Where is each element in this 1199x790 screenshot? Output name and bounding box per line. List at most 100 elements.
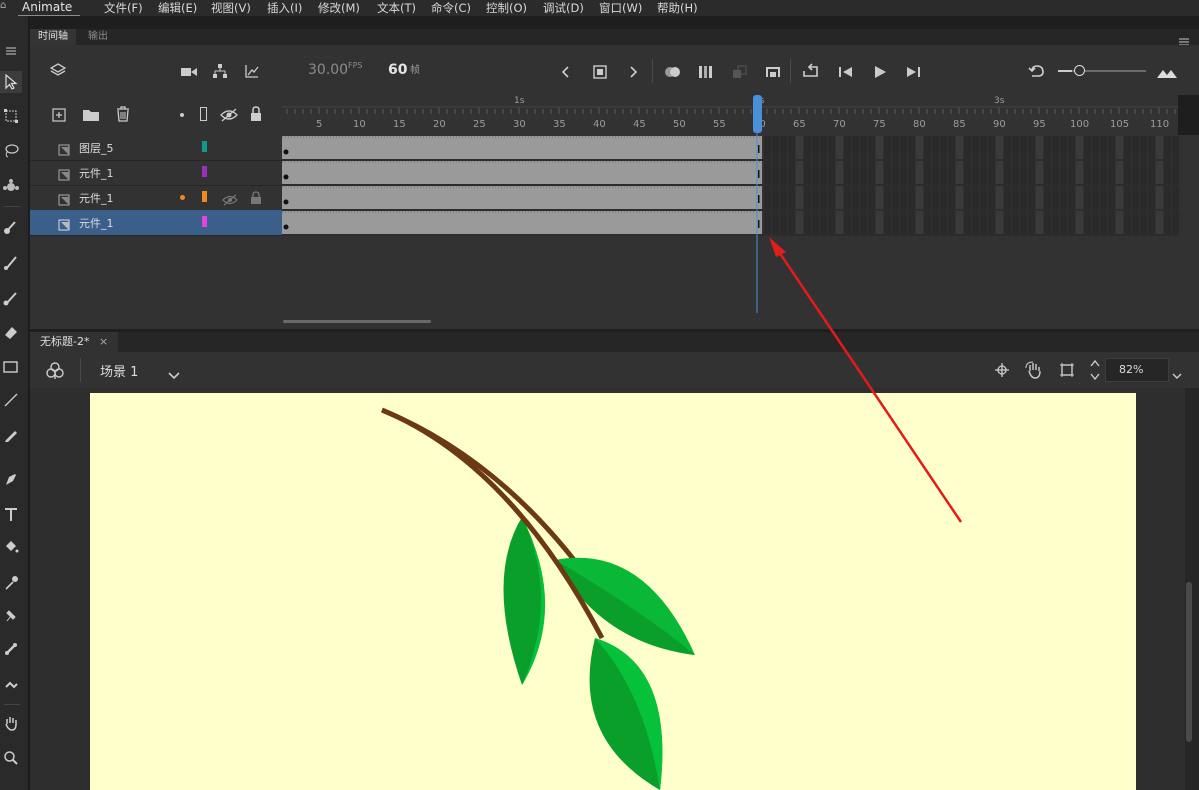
- chevron-down-icon[interactable]: [168, 365, 180, 384]
- asset-warp-tool-icon[interactable]: [0, 176, 22, 198]
- eyedropper-tool-icon[interactable]: [0, 572, 22, 594]
- new-folder-icon[interactable]: [82, 107, 100, 126]
- current-frame-value[interactable]: 60: [388, 62, 407, 78]
- layer-row[interactable]: 元件_1: [30, 185, 282, 211]
- menu-commands[interactable]: 命令(C): [431, 0, 471, 16]
- layer-name[interactable]: 图层_5: [79, 140, 114, 156]
- frames-grid[interactable]: [282, 135, 1199, 315]
- lock-layers-icon[interactable]: [249, 106, 263, 126]
- edit-symbols-icon[interactable]: [46, 362, 64, 384]
- step-forward-icon[interactable]: [905, 64, 921, 83]
- lasso-tool-icon[interactable]: [0, 140, 22, 162]
- rotate-stage-icon[interactable]: [1025, 361, 1045, 383]
- hide-layers-icon[interactable]: [220, 107, 238, 126]
- fit-timeline-icon[interactable]: [1156, 64, 1178, 83]
- layer-name[interactable]: 元件_1: [79, 190, 114, 206]
- timeline-zoom-slider-handle[interactable]: [1074, 65, 1085, 76]
- stage-scroll-thumb[interactable]: [1186, 582, 1192, 742]
- home-icon[interactable]: ⌂: [0, 0, 6, 11]
- center-stage-icon[interactable]: [994, 362, 1010, 382]
- highlight-dot[interactable]: [180, 195, 185, 200]
- panel-menu-icon[interactable]: [0, 40, 22, 62]
- insert-keyframe-icon[interactable]: [593, 64, 607, 83]
- loop-playback-icon[interactable]: [802, 63, 820, 83]
- empty-frame-cell: [820, 136, 827, 159]
- text-tool-icon[interactable]: [0, 503, 22, 525]
- outline-layers-icon[interactable]: [200, 107, 207, 121]
- line-tool-icon[interactable]: [0, 389, 22, 411]
- clip-content-icon[interactable]: [1059, 362, 1075, 382]
- branch-artwork[interactable]: [90, 393, 1136, 790]
- layer-name[interactable]: 元件_1: [79, 165, 114, 181]
- layer-name[interactable]: 元件_1: [79, 215, 114, 231]
- layer-parenting-icon[interactable]: [212, 63, 228, 83]
- menu-window[interactable]: 窗口(W): [599, 0, 642, 16]
- delete-layer-icon[interactable]: [115, 106, 131, 126]
- empty-frame-cell: [1124, 211, 1131, 234]
- layer-row[interactable]: 图层_5: [30, 135, 282, 161]
- scene-name[interactable]: 场景 1: [100, 361, 138, 380]
- fps-value[interactable]: 30.00: [308, 62, 348, 78]
- next-keyframe-icon[interactable]: [629, 64, 639, 83]
- highlight-layers-icon[interactable]: [180, 113, 184, 117]
- tab-output[interactable]: 输出: [80, 29, 116, 45]
- layer-row-selected[interactable]: 元件_1: [30, 210, 282, 236]
- document-tab[interactable]: 无标题-2* ×: [30, 332, 119, 352]
- play-icon[interactable]: [873, 64, 887, 83]
- zoom-stepper-icon[interactable]: [1089, 358, 1101, 386]
- eraser-tool-icon[interactable]: [0, 321, 22, 343]
- pen-tool-icon[interactable]: [0, 468, 22, 490]
- create-classic-tween-icon[interactable]: [765, 64, 781, 83]
- menu-text[interactable]: 文本(T): [377, 0, 416, 16]
- zoom-input[interactable]: 82%: [1105, 358, 1169, 382]
- zoom-tool-icon[interactable]: [0, 747, 22, 769]
- paint-bucket-tool-icon[interactable]: [0, 536, 22, 558]
- step-back-icon[interactable]: [838, 64, 854, 83]
- menu-view[interactable]: 视图(V): [211, 0, 251, 16]
- onion-skin-icon[interactable]: [664, 64, 682, 83]
- empty-frame-cell: [1036, 211, 1043, 234]
- pin-tool-icon[interactable]: [0, 604, 22, 626]
- layer-color-swatch[interactable]: [202, 141, 207, 152]
- menu-control[interactable]: 控制(O): [486, 0, 527, 16]
- layer-color-swatch[interactable]: [202, 166, 207, 177]
- graph-icon[interactable]: [244, 63, 260, 83]
- tab-timeline[interactable]: 时间轴: [30, 29, 76, 45]
- zoom-dropdown-icon[interactable]: [1172, 365, 1182, 384]
- layers-icon[interactable]: [49, 62, 67, 82]
- camera-bind-tool-icon[interactable]: [0, 673, 22, 695]
- selection-tool-icon[interactable]: [0, 71, 22, 93]
- free-transform-tool-icon[interactable]: [0, 105, 22, 127]
- menu-modify[interactable]: 修改(M): [318, 0, 360, 16]
- pencil-tool-icon[interactable]: [0, 424, 22, 446]
- hand-tool-icon[interactable]: [0, 712, 22, 734]
- frame-span: [282, 161, 762, 184]
- layer-color-swatch[interactable]: [202, 191, 207, 202]
- menu-help[interactable]: 帮助(H): [657, 0, 698, 16]
- menu-debug[interactable]: 调试(D): [543, 0, 584, 16]
- previous-keyframe-icon[interactable]: [560, 64, 570, 83]
- rectangle-tool-icon[interactable]: [0, 356, 22, 378]
- frame-cells[interactable]: [282, 135, 1199, 315]
- close-tab-icon[interactable]: ×: [99, 335, 108, 348]
- camera-icon[interactable]: [180, 64, 198, 83]
- brush-tool-icon[interactable]: [0, 252, 22, 274]
- menu-insert[interactable]: 插入(I): [267, 0, 302, 16]
- edit-multiple-frames-icon[interactable]: [698, 64, 714, 83]
- stage-canvas[interactable]: [90, 393, 1136, 790]
- hide-layer-icon[interactable]: [222, 191, 238, 210]
- layer-row[interactable]: 元件_1: [30, 160, 282, 186]
- empty-frame-cell: [1060, 211, 1067, 234]
- layer-color-swatch[interactable]: [202, 216, 207, 227]
- bone-tool-icon[interactable]: [0, 638, 22, 660]
- timeline-horizontal-scrollbar[interactable]: [283, 320, 431, 323]
- paint-brush-tool-icon[interactable]: [0, 287, 22, 309]
- menu-file[interactable]: 文件(F): [104, 0, 143, 16]
- menu-edit[interactable]: 编辑(E): [158, 0, 197, 16]
- lock-layer-icon[interactable]: [250, 190, 262, 209]
- empty-frame-cell: [1068, 186, 1075, 209]
- undo-zoom-icon[interactable]: [1028, 63, 1046, 83]
- timeline-ruler[interactable]: 1s 2s 3s 5 10 15 20 25 30 35 40 45 50 55 60 65 70 75 80…: [282, 95, 1178, 135]
- new-layer-icon[interactable]: [52, 107, 66, 126]
- fluid-brush-tool-icon[interactable]: [0, 216, 22, 238]
